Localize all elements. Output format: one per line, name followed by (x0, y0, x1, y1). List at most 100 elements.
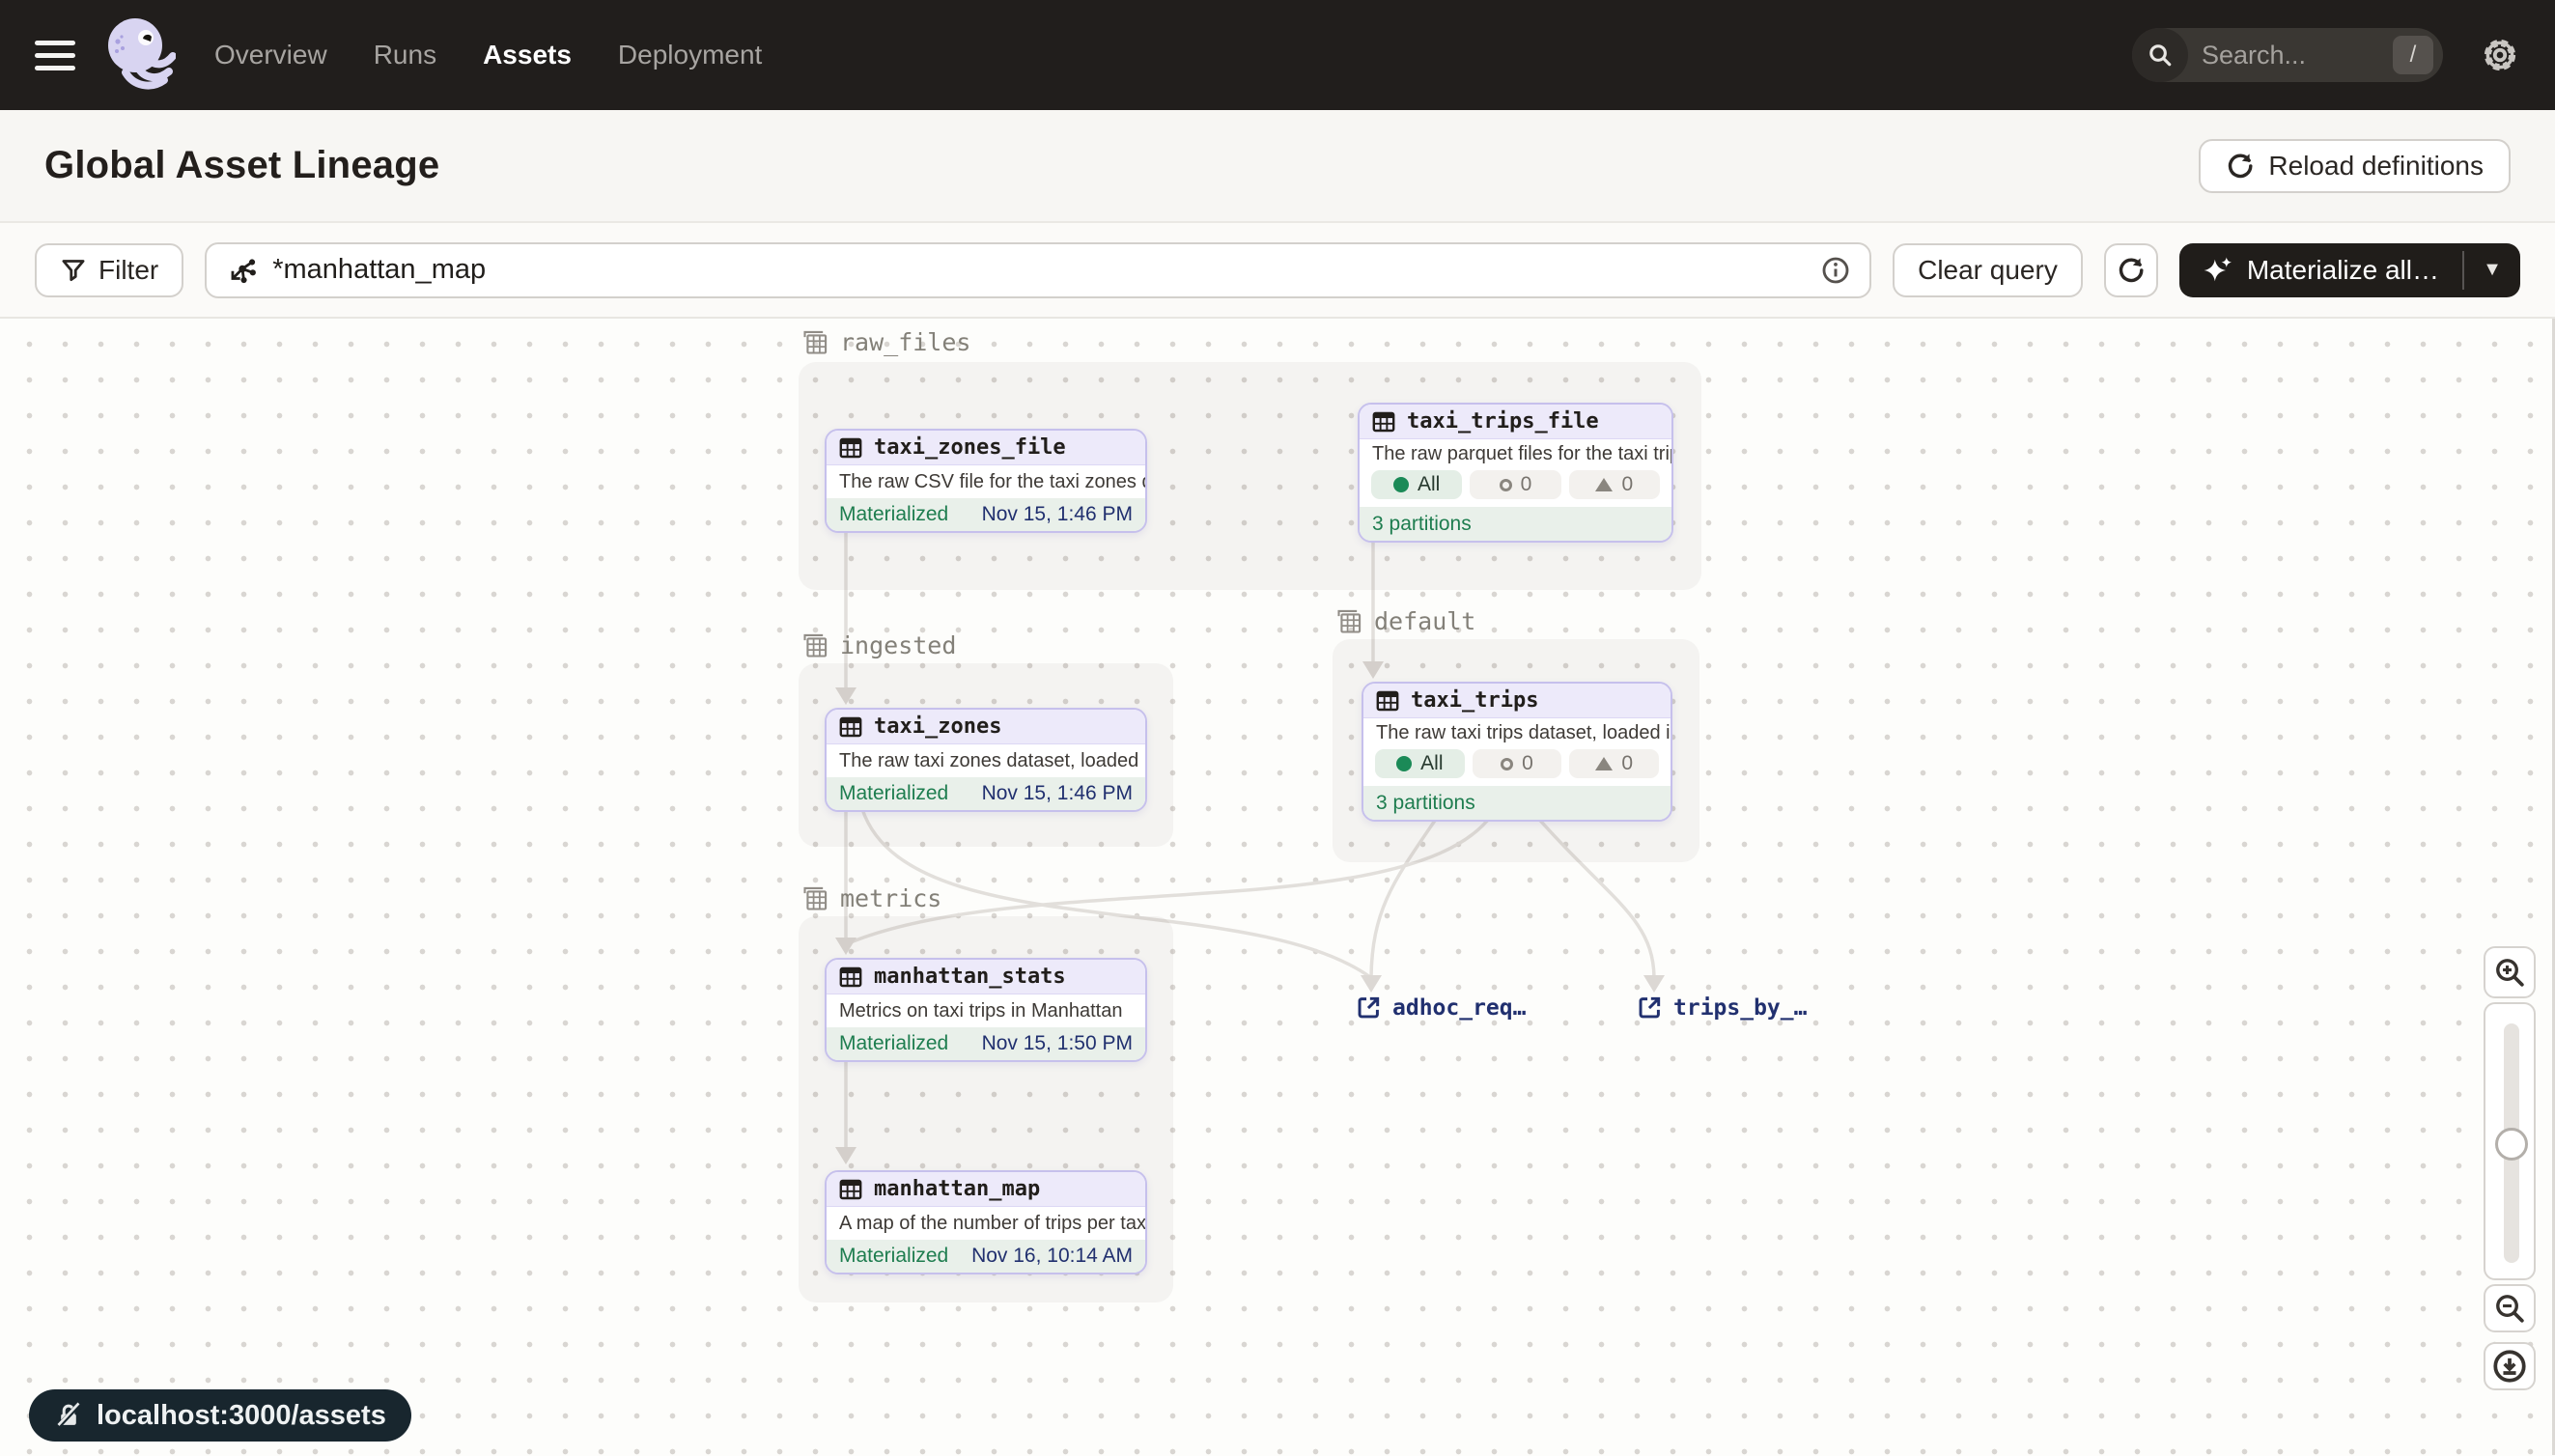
partitions-failed-badge: 0 (1470, 470, 1560, 499)
asset-status-row: Materialized Nov 15, 1:46 PM (827, 777, 1145, 810)
asset-node-header: taxi_trips_file (1360, 405, 1671, 439)
asset-node-taxi-zones[interactable]: taxi_zones The raw taxi zones dataset, l… (825, 708, 1147, 812)
zoom-out-icon (2493, 1292, 2526, 1325)
partitions-missing-badge: 0 (1569, 749, 1659, 778)
zoom-out-button[interactable] (2484, 1284, 2536, 1332)
asset-node-header: taxi_trips (1363, 684, 1671, 718)
status-url: localhost:3000/assets (97, 1400, 386, 1432)
insecure-lock-icon (54, 1401, 83, 1430)
partitions-count: 3 partitions (1376, 792, 1475, 815)
asset-description: The raw CSV file for the taxi zones dat.… (827, 465, 1145, 498)
triangle-icon (1595, 757, 1613, 770)
asset-node-taxi-trips[interactable]: taxi_trips The raw taxi trips dataset, l… (1362, 682, 1672, 822)
dagster-app: Overview Runs Assets Deployment / (0, 0, 2555, 1456)
asset-status-row: 3 partitions (1360, 507, 1671, 541)
group-table-icon (801, 885, 828, 912)
reload-icon (2226, 152, 2255, 181)
reload-definitions-button[interactable]: Reload definitions (2199, 139, 2511, 193)
materialize-all-button[interactable]: Materialize all… ▼ (2179, 243, 2520, 297)
asset-graph-icon (226, 254, 259, 287)
group-table-icon (801, 329, 828, 356)
top-nav: Overview Runs Assets Deployment / (0, 0, 2555, 110)
hamburger-menu-icon[interactable] (35, 36, 81, 74)
lineage-canvas[interactable]: raw_files ingested default metrics taxi_… (0, 319, 2555, 1455)
tab-deployment[interactable]: Deployment (618, 40, 762, 70)
materialization-timestamp: Nov 15, 1:50 PM (982, 1032, 1133, 1055)
table-icon (1372, 410, 1395, 434)
partitions-failed-badge: 0 (1473, 749, 1562, 778)
table-icon (839, 715, 862, 739)
materialization-timestamp: Nov 15, 1:46 PM (982, 503, 1133, 526)
partition-health-badges: All 0 0 (1360, 468, 1671, 507)
global-search[interactable]: / (2132, 28, 2443, 82)
asset-node-header: manhattan_map (827, 1172, 1145, 1207)
partitions-count: 3 partitions (1372, 513, 1472, 536)
group-table-icon (801, 632, 828, 659)
external-asset-adhoc-request[interactable]: adhoc_req… (1356, 994, 1526, 1021)
search-shortcut-badge: / (2393, 36, 2433, 74)
table-icon (839, 966, 862, 989)
zoom-slider[interactable] (2484, 1002, 2536, 1280)
asset-node-manhattan-map[interactable]: manhattan_map A map of the number of tri… (825, 1170, 1147, 1274)
ring-icon (1500, 479, 1512, 491)
zoom-slider-wrap (2484, 1002, 2536, 1280)
asset-selection-input[interactable] (272, 254, 1808, 286)
filter-icon (60, 257, 87, 284)
asset-description: The raw taxi zones dataset, loaded int..… (827, 744, 1145, 777)
download-image-button[interactable] (2484, 1342, 2536, 1390)
external-link-icon (1356, 994, 1382, 1021)
status-badge: Materialized (839, 1245, 948, 1268)
asset-description: The raw parquet files for the taxi trips… (1360, 439, 1671, 468)
search-input[interactable] (2188, 41, 2393, 70)
asset-node-taxi-trips-file[interactable]: taxi_trips_file The raw parquet files fo… (1358, 403, 1673, 543)
refresh-graph-button[interactable] (2104, 243, 2158, 297)
group-table-icon (1335, 608, 1362, 635)
asset-status-row: 3 partitions (1363, 786, 1671, 820)
asset-node-header: taxi_zones_file (827, 431, 1145, 465)
sparkle-icon (2203, 255, 2233, 286)
external-link-icon (1637, 994, 1663, 1021)
asset-description: Metrics on taxi trips in Manhattan (827, 994, 1145, 1027)
zoom-in-button[interactable] (2484, 946, 2536, 998)
asset-status-row: Materialized Nov 15, 1:46 PM (827, 498, 1145, 531)
browser-status-bar: localhost:3000/assets (29, 1389, 411, 1442)
materialize-dropdown-caret[interactable]: ▼ (2464, 243, 2520, 297)
group-label-raw-files[interactable]: raw_files (801, 328, 970, 356)
refresh-icon (2117, 256, 2146, 285)
page-title: Global Asset Lineage (44, 144, 439, 187)
asset-node-header: manhattan_stats (827, 960, 1145, 994)
dagster-logo[interactable] (102, 13, 176, 98)
triangle-icon (1595, 478, 1613, 491)
partitions-materialized-badge: All (1371, 470, 1462, 499)
info-icon[interactable] (1821, 256, 1850, 285)
gear-icon[interactable] (2480, 35, 2520, 75)
download-icon (2492, 1349, 2527, 1384)
download-wrap (2484, 1342, 2536, 1390)
group-label-metrics[interactable]: metrics (801, 884, 941, 912)
filter-button[interactable]: Filter (35, 243, 183, 297)
ring-icon (1501, 758, 1513, 770)
asset-node-header: taxi_zones (827, 710, 1145, 744)
zoom-in-icon (2493, 956, 2526, 989)
primary-nav: Overview Runs Assets Deployment (214, 40, 762, 70)
partition-health-badges: All 0 0 (1363, 747, 1671, 786)
zoom-in-wrap (2484, 946, 2536, 998)
asset-status-row: Materialized Nov 15, 1:50 PM (827, 1027, 1145, 1060)
status-badge: Materialized (839, 1032, 948, 1055)
clear-query-button[interactable]: Clear query (1893, 243, 2083, 297)
asset-node-manhattan-stats[interactable]: manhattan_stats Metrics on taxi trips in… (825, 958, 1147, 1062)
partitions-missing-badge: 0 (1569, 470, 1660, 499)
title-bar: Global Asset Lineage Reload definitions (0, 110, 2555, 223)
group-label-ingested[interactable]: ingested (801, 631, 956, 659)
status-badge: Materialized (839, 503, 948, 526)
zoom-slider-handle[interactable] (2495, 1128, 2528, 1161)
external-asset-trips-by[interactable]: trips_by_… (1637, 994, 1807, 1021)
zoom-out-wrap (2484, 1284, 2536, 1332)
tab-assets[interactable]: Assets (483, 40, 572, 70)
tab-runs[interactable]: Runs (374, 40, 436, 70)
group-label-default[interactable]: default (1335, 607, 1475, 635)
lineage-toolbar: Filter (0, 223, 2555, 319)
tab-overview[interactable]: Overview (214, 40, 327, 70)
asset-node-taxi-zones-file[interactable]: taxi_zones_file The raw CSV file for the… (825, 429, 1147, 533)
asset-status-row: Materialized Nov 16, 10:14 AM (827, 1240, 1145, 1273)
